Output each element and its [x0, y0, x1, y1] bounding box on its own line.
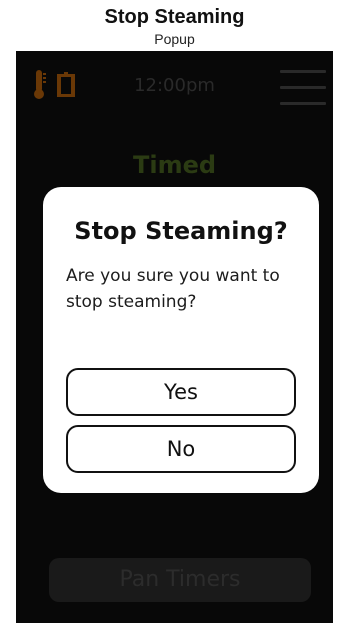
hamburger-menu-icon[interactable] — [280, 68, 326, 106]
device-screen: 12:00pm Timed Pan Timers Stop Steaming? … — [16, 51, 333, 623]
caption-title: Stop Steaming — [104, 6, 245, 28]
dialog-message: Are you sure you want to stop steaming? — [66, 266, 280, 312]
caption-subtitle: Popup — [154, 31, 195, 47]
pan-timers-button[interactable]: Pan Timers — [49, 558, 311, 602]
stop-steaming-dialog: Stop Steaming? Are you sure you want to … — [43, 187, 319, 493]
yes-button[interactable]: Yes — [66, 368, 296, 416]
cooking-mode-label: Timed — [132, 151, 217, 179]
dialog-title: Stop Steaming? — [74, 217, 288, 245]
no-button[interactable]: No — [66, 425, 296, 473]
